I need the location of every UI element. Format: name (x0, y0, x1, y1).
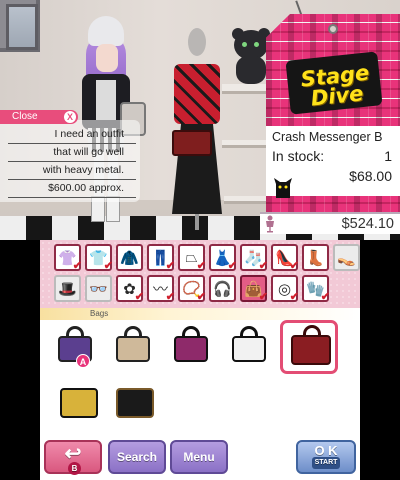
sandals-icon: 👡 (337, 249, 356, 267)
checkmark-icon: ✔ (258, 260, 268, 272)
checkmark-icon: ✔ (289, 291, 299, 303)
start-badge: START (311, 457, 341, 469)
bag-item-checkered-bag[interactable] (226, 324, 272, 370)
ok-label: O K (314, 443, 338, 458)
touch-screen: 👚 ✔ 👕 ✔ 🧥 👖 ✔ ⏢ ✔ 👗 ✔ 🧦 ✔ 👠 ✔ 👢 👡 🎩 👓 ✿ ✔ 〰 ✔ 📿 ✔ 🎧 👜 ✔ ◎ ✔ 🧤 ✔ Bags A … (40, 240, 360, 480)
bag-item-studded-clutch[interactable] (54, 380, 100, 426)
checkmark-icon: ✔ (165, 291, 175, 303)
category-earmuffs[interactable]: 🎧 (209, 275, 236, 302)
checkmark-icon: ✔ (258, 291, 268, 303)
category-shirt[interactable]: 👕 ✔ (85, 244, 113, 272)
search-button[interactable]: Search (108, 440, 166, 474)
item-name: Crash Messenger B (272, 130, 383, 144)
dialog-line: with heavy metal. (8, 162, 136, 180)
category-hair-accessory[interactable]: ✿ ✔ (116, 275, 144, 303)
checkmark-icon: ✔ (320, 291, 330, 303)
category-skirt[interactable]: ⏢ ✔ (178, 244, 206, 272)
button-bar: ↩ B Search Menu O K START (40, 436, 360, 480)
teddy-bear-decoration (230, 28, 272, 84)
category-top[interactable]: 👚 ✔ (54, 244, 82, 272)
menu-button[interactable]: Menu (170, 440, 228, 474)
checkmark-icon: ✔ (134, 291, 144, 303)
category-scarf[interactable]: 〰 ✔ (147, 275, 175, 303)
shop-window (0, 0, 40, 52)
store-logo: Stage Dive (282, 48, 386, 118)
earmuffs-icon: 🎧 (213, 280, 232, 298)
black-cat-icon (274, 178, 292, 198)
bag-item-black-case[interactable] (110, 380, 156, 426)
category-bracelet[interactable]: ◎ ✔ (271, 275, 299, 303)
bag-item-star-tote[interactable] (110, 324, 156, 370)
dialog-body: I need an outfit that will go well with … (0, 120, 140, 202)
category-grid: 👚 ✔ 👕 ✔ 🧥 👖 ✔ ⏢ ✔ 👗 ✔ 🧦 ✔ 👠 ✔ 👢 👡 🎩 👓 ✿ ✔ 〰 ✔ 📿 ✔ 🎧 👜 ✔ ◎ ✔ 🧤 ✔ (54, 244, 360, 303)
bag-item-crash-messenger-bag[interactable] (280, 320, 338, 374)
tag-hole (328, 24, 338, 34)
category-jacket[interactable]: 🧥 (116, 244, 143, 271)
category-socks[interactable]: 🧦 ✔ (240, 244, 268, 272)
glasses-icon: 👓 (89, 280, 108, 298)
boots-icon: 👢 (306, 249, 325, 267)
category-glasses[interactable]: 👓 (85, 275, 112, 302)
checkmark-icon: ✔ (165, 260, 175, 272)
category-pants[interactable]: 👖 ✔ (147, 244, 175, 272)
dialog-line: I need an outfit (8, 126, 136, 144)
items-panel: Bags A (40, 308, 360, 436)
close-icon: X (64, 111, 76, 123)
checkmark-icon: ✔ (289, 260, 299, 272)
dialog-close-button[interactable]: Close X (0, 110, 78, 124)
category-panel: 👚 ✔ 👕 ✔ 🧥 👖 ✔ ⏢ ✔ 👗 ✔ 🧦 ✔ 👠 ✔ 👢 👡 🎩 👓 ✿ ✔ 〰 ✔ 📿 ✔ 🎧 👜 ✔ ◎ ✔ 🧤 ✔ (40, 240, 360, 308)
checkmark-icon: ✔ (72, 260, 82, 272)
category-necklace[interactable]: 📿 ✔ (178, 275, 206, 303)
items-category-label: Bags (40, 308, 360, 320)
dialog-close-label: Close (12, 111, 38, 122)
back-button[interactable]: ↩ B (44, 440, 102, 475)
checkmark-icon: ✔ (103, 260, 113, 272)
b-button-badge: B (68, 462, 81, 475)
checkmark-icon: ✔ (196, 260, 206, 272)
skirt-icon: ⏢ (185, 249, 198, 266)
category-gloves[interactable]: 🧤 ✔ (302, 275, 330, 303)
category-boots[interactable]: 👢 (302, 244, 329, 271)
a-button-cursor-icon: A (76, 354, 90, 368)
category-sandals[interactable]: 👡 (333, 244, 360, 271)
ok-button[interactable]: O K START (296, 440, 356, 474)
hat-icon: 🎩 (58, 280, 77, 298)
checkmark-icon: ✔ (196, 291, 206, 303)
bag-item-magenta-plaid-bag[interactable] (168, 324, 214, 370)
category-shoes[interactable]: 👠 ✔ (271, 244, 299, 272)
shop-scene: I need an outfit that will go well with … (0, 0, 400, 240)
stock-value: 1 (384, 148, 392, 164)
price-tag: Stage Dive Crash Messenger B In stock: 1… (266, 14, 400, 212)
stock-label: In stock: (272, 148, 325, 164)
mannequin-outfit (168, 28, 226, 230)
items-category-title: Bags (90, 309, 109, 318)
mannequin-icon (266, 215, 274, 233)
total-price: $524.10 (341, 216, 394, 232)
dialog-line: that will go well (8, 144, 136, 162)
customer-request-dialog: I need an outfit that will go well with … (0, 110, 140, 202)
outfit-total: $524.10 (260, 212, 400, 234)
item-stock: In stock: 1 (272, 148, 394, 164)
category-dress[interactable]: 👗 ✔ (209, 244, 237, 272)
dialog-budget: $600.00 approx. (8, 180, 136, 198)
category-hat[interactable]: 🎩 (54, 275, 81, 302)
jacket-icon: 🧥 (120, 249, 139, 267)
bag-item-purple-plaid-tote[interactable]: A (52, 324, 98, 370)
category-bag[interactable]: 👜 ✔ (240, 275, 268, 303)
checkmark-icon: ✔ (227, 260, 237, 272)
